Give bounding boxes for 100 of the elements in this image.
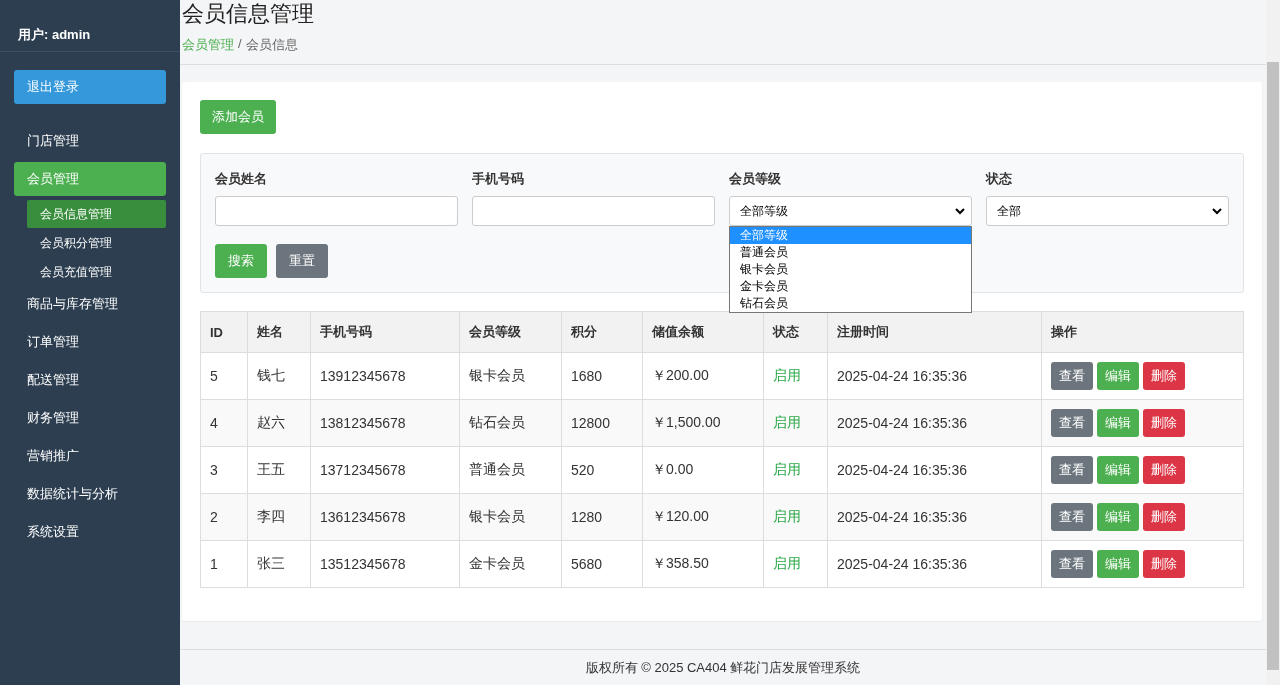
breadcrumb-link[interactable]: 会员管理	[182, 36, 234, 54]
nav-item[interactable]: 数据统计与分析	[14, 477, 166, 511]
table-cell: 5680	[561, 540, 643, 588]
input-field[interactable]	[215, 196, 458, 226]
table-cell: 520	[561, 446, 643, 494]
footer-text: 版权所有 © 2025 CA404 鲜花门店发展管理系统	[180, 649, 1266, 685]
column-header: 注册时间	[827, 311, 1042, 353]
delete-button[interactable]: 删除	[1143, 503, 1185, 531]
nav-item[interactable]: 门店管理	[14, 124, 166, 158]
table-cell: 2025-04-24 16:35:36	[827, 493, 1042, 541]
delete-button[interactable]: 删除	[1143, 456, 1185, 484]
table-cell: 金卡会员	[459, 540, 562, 588]
table-cell: 2025-04-24 16:35:36	[827, 352, 1042, 400]
table-cell: 13712345678	[310, 446, 460, 494]
column-header: 姓名	[247, 311, 311, 353]
add-member-button[interactable]: 添加会员	[200, 100, 276, 134]
column-header: 状态	[763, 311, 828, 353]
table-cell: 5	[200, 352, 248, 400]
table-cell: 1680	[561, 352, 643, 400]
nav-subitem[interactable]: 会员信息管理	[27, 200, 166, 228]
view-button[interactable]: 查看	[1051, 362, 1093, 390]
input-field[interactable]	[472, 196, 715, 226]
nav-item[interactable]: 营销推广	[14, 439, 166, 473]
table-cell: 1	[200, 540, 248, 588]
table-cell: 李四	[247, 493, 311, 541]
user-label: 用户: admin	[0, 0, 180, 52]
column-header: ID	[200, 311, 248, 353]
table-cell: 赵六	[247, 399, 311, 447]
search-button[interactable]: 搜索	[215, 244, 267, 278]
column-header: 储值余额	[642, 311, 764, 353]
view-button[interactable]: 查看	[1051, 409, 1093, 437]
scrollbar[interactable]	[1266, 0, 1280, 685]
filter-label: 会员姓名	[215, 170, 268, 188]
table-cell: 钻石会员	[459, 399, 562, 447]
select-field[interactable]: 全部等级	[729, 196, 972, 226]
table-cell: ￥0.00	[642, 446, 764, 494]
nav-item[interactable]: 财务管理	[14, 401, 166, 435]
page-title: 会员信息管理	[182, 0, 315, 28]
select-field[interactable]: 全部	[986, 196, 1229, 226]
edit-button[interactable]: 编辑	[1097, 550, 1139, 578]
table-cell: 13612345678	[310, 493, 460, 541]
column-header: 操作	[1041, 311, 1244, 353]
nav-item[interactable]: 配送管理	[14, 363, 166, 397]
table-cell: 13812345678	[310, 399, 460, 447]
table-cell: 13512345678	[310, 540, 460, 588]
dropdown-option[interactable]: 全部等级	[730, 227, 971, 244]
nav-item[interactable]: 会员管理	[14, 162, 166, 196]
table-cell: 王五	[247, 446, 311, 494]
dropdown-option[interactable]: 金卡会员	[730, 278, 971, 295]
logout-button[interactable]: 退出登录	[14, 70, 166, 104]
chevron-down-icon	[1212, 207, 1222, 215]
table-cell: 2025-04-24 16:35:36	[827, 446, 1042, 494]
delete-button[interactable]: 删除	[1143, 362, 1185, 390]
dropdown-option[interactable]: 普通会员	[730, 244, 971, 261]
table-cell: 2025-04-24 16:35:36	[827, 399, 1042, 447]
filter-label: 状态	[986, 170, 1013, 188]
view-button[interactable]: 查看	[1051, 550, 1093, 578]
edit-button[interactable]: 编辑	[1097, 362, 1139, 390]
column-header: 手机号码	[310, 311, 460, 353]
table-cell: ￥1,500.00	[642, 399, 764, 447]
nav-item[interactable]: 商品与库存管理	[14, 287, 166, 321]
status-cell: 启用	[763, 352, 828, 400]
status-cell: 启用	[763, 493, 828, 541]
table-cell: 银卡会员	[459, 352, 562, 400]
table-cell: ￥120.00	[642, 493, 764, 541]
table-cell: 3	[200, 446, 248, 494]
table-cell: 12800	[561, 399, 643, 447]
column-header: 积分	[561, 311, 643, 353]
table-cell: 2025-04-24 16:35:36	[827, 540, 1042, 588]
table-cell: 2	[200, 493, 248, 541]
reset-button[interactable]: 重置	[276, 244, 328, 278]
breadcrumb-current: 会员信息	[245, 36, 298, 54]
delete-button[interactable]: 删除	[1143, 409, 1185, 437]
column-header: 会员等级	[459, 311, 562, 353]
edit-button[interactable]: 编辑	[1097, 503, 1139, 531]
table-cell: 银卡会员	[459, 493, 562, 541]
filter-label: 手机号码	[472, 170, 525, 188]
status-cell: 启用	[763, 446, 828, 494]
nav-subitem[interactable]: 会员积分管理	[27, 229, 166, 257]
table-cell: 13912345678	[310, 352, 460, 400]
view-button[interactable]: 查看	[1051, 456, 1093, 484]
table-cell: 1280	[561, 493, 643, 541]
dropdown-option[interactable]: 银卡会员	[730, 261, 971, 278]
chevron-down-icon	[955, 207, 965, 215]
view-button[interactable]: 查看	[1051, 503, 1093, 531]
table-cell: ￥358.50	[642, 540, 764, 588]
nav-item[interactable]: 订单管理	[14, 325, 166, 359]
nav-subitem[interactable]: 会员充值管理	[27, 258, 166, 286]
table-cell: ￥200.00	[642, 352, 764, 400]
status-cell: 启用	[763, 540, 828, 588]
table-cell: 普通会员	[459, 446, 562, 494]
edit-button[interactable]: 编辑	[1097, 456, 1139, 484]
edit-button[interactable]: 编辑	[1097, 409, 1139, 437]
table-cell: 张三	[247, 540, 311, 588]
nav-item[interactable]: 系统设置	[14, 515, 166, 549]
delete-button[interactable]: 删除	[1143, 550, 1185, 578]
table-cell: 钱七	[247, 352, 311, 400]
status-cell: 启用	[763, 399, 828, 447]
table-cell: 4	[200, 399, 248, 447]
dropdown-option[interactable]: 钻石会员	[730, 295, 971, 312]
